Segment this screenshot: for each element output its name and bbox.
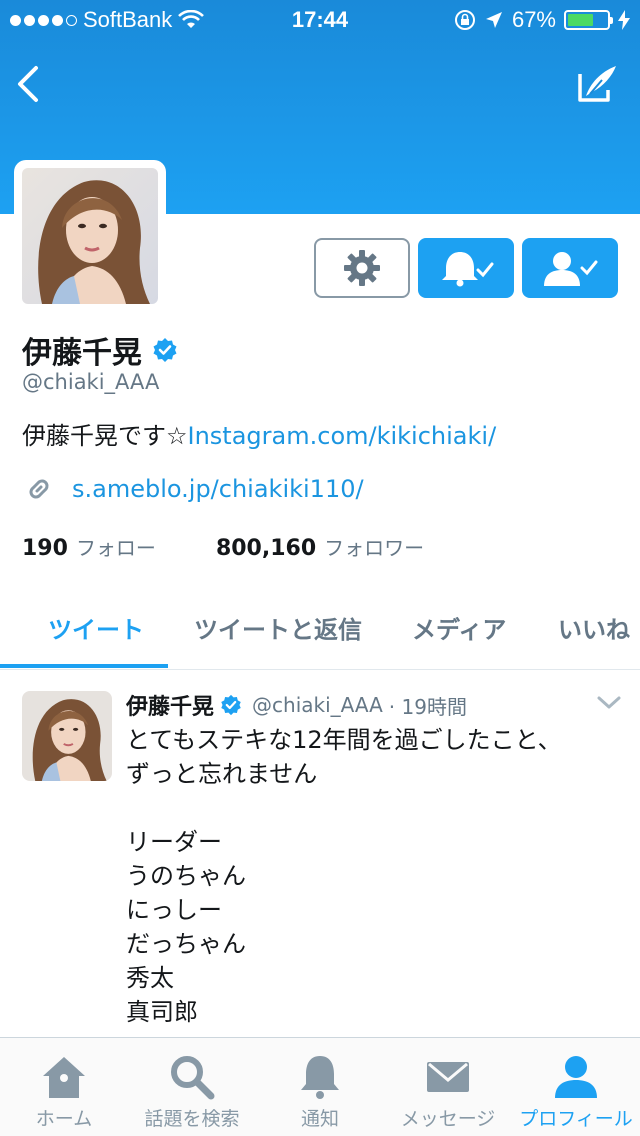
link-icon <box>29 479 49 499</box>
charging-bolt-icon <box>618 10 630 30</box>
profile-display-name: 伊藤千晃 <box>22 336 142 371</box>
battery-icon <box>564 10 613 30</box>
following-count: 190 <box>22 536 68 561</box>
following-stat[interactable]: 190 フォロー <box>22 532 156 561</box>
tweet-text-line: うのちゃん <box>126 862 246 890</box>
back-button[interactable] <box>12 60 48 108</box>
followers-count: 800,160 <box>215 536 317 561</box>
battery-level-fill <box>568 14 594 26</box>
tweet-text-line: にっしー <box>126 896 222 924</box>
profile-website-row: s.ameblo.jp/chiakiki110/ <box>24 474 364 504</box>
active-tab-indicator <box>0 664 168 668</box>
tab-media[interactable]: メディア <box>412 610 506 645</box>
tweet-timestamp[interactable]: · 19時間 <box>389 691 467 720</box>
tweet-text-line: 真司郎 <box>126 998 198 1026</box>
tweet-header: 伊藤千晃 @chiaki_AAA · 19時間 <box>126 689 467 721</box>
nav-messages[interactable]: メッセージ <box>384 1038 512 1136</box>
nav-search[interactable]: 話題を検索 <box>128 1038 256 1136</box>
envelope-icon <box>427 1062 469 1092</box>
profile-avatar[interactable] <box>14 160 166 312</box>
nav-home[interactable]: ホーム <box>0 1038 128 1136</box>
profile-bio: 伊藤千晃です☆Instagram.com/kikichiaki/ <box>22 416 496 451</box>
tweet-text-line: リーダー <box>126 828 222 856</box>
nav-notifications[interactable]: 通知 <box>256 1038 384 1136</box>
bottom-tab-bar: ホーム 話題を検索 通知 メッセージ プロフィール <box>0 1037 640 1136</box>
status-bar: SoftBank 17:44 67% <box>0 0 640 40</box>
battery-percent: 67% <box>511 7 556 32</box>
tweet-text-line: ずっと忘れません <box>126 760 318 788</box>
tweet-text-line: とてもステキな12年間を過ごしたこと、 <box>126 726 562 754</box>
tab-tweets[interactable]: ツイート <box>48 610 144 645</box>
profile-tabs: ツイート ツイートと返信 メディア いいね <box>0 588 640 670</box>
location-arrow-icon <box>485 12 502 28</box>
verified-badge-icon <box>153 338 177 362</box>
profile-stats: 190 フォロー 800,160 フォロワー <box>22 532 424 561</box>
rotation-lock-icon <box>454 10 475 30</box>
bell-check-icon <box>442 252 494 287</box>
following-label: フォロー <box>75 536 156 560</box>
verified-badge-icon <box>221 694 241 716</box>
nav-messages-label: メッセージ <box>400 1108 496 1130</box>
search-icon <box>171 1056 215 1100</box>
profile-photo <box>22 168 158 304</box>
tweet-notifications-button[interactable] <box>418 238 514 298</box>
chevron-down-icon <box>597 696 621 709</box>
nav-search-label: 話題を検索 <box>144 1108 240 1130</box>
person-icon <box>555 1056 597 1098</box>
followers-label: フォロワー <box>324 536 425 560</box>
profile-website-link[interactable]: s.ameblo.jp/chiakiki110/ <box>72 475 364 503</box>
profile-settings-button[interactable] <box>314 238 410 298</box>
tweet-menu-button[interactable] <box>596 693 622 713</box>
tweet-author-handle: @chiaki_AAA <box>252 693 383 717</box>
home-icon <box>43 1057 85 1098</box>
nav-notifications-label: 通知 <box>300 1108 339 1130</box>
tweet-text-line: 秀太 <box>126 964 174 992</box>
tweet-text: とてもステキな12年間を過ごしたこと、 ずっと忘れません リーダー うのちゃん … <box>126 723 626 1029</box>
nav-profile[interactable]: プロフィール <box>512 1038 640 1136</box>
tweet-author-name[interactable]: 伊藤千晃 <box>126 689 214 721</box>
tweet[interactable]: 伊藤千晃 @chiaki_AAA · 19時間 とてもステキな12年間を過ごした… <box>0 671 640 1037</box>
tab-tweets-and-replies[interactable]: ツイートと返信 <box>194 610 362 645</box>
compose-tweet-button[interactable] <box>572 60 620 108</box>
bell-icon <box>301 1056 339 1099</box>
profile-handle: @chiaki_AAA <box>22 370 160 394</box>
profile-name-row: 伊藤千晃 <box>22 328 178 372</box>
followers-stat[interactable]: 800,160 フォロワー <box>216 532 424 561</box>
nav-profile-label: プロフィール <box>519 1108 633 1130</box>
following-button[interactable] <box>522 238 618 298</box>
user-check-icon <box>544 252 598 286</box>
tweet-text-line <box>126 791 626 825</box>
bio-instagram-link[interactable]: Instagram.com/kikichiaki/ <box>188 422 497 450</box>
tweet-text-line: だっちゃん <box>126 930 246 958</box>
chevron-left-icon <box>18 66 38 102</box>
tab-likes[interactable]: いいね <box>558 610 630 645</box>
bio-text: 伊藤千晃です☆ <box>22 422 188 450</box>
gear-icon <box>344 250 380 286</box>
compose-tweet-icon <box>578 66 616 102</box>
tweet-avatar[interactable] <box>22 691 112 781</box>
status-right: 67% <box>454 7 630 33</box>
